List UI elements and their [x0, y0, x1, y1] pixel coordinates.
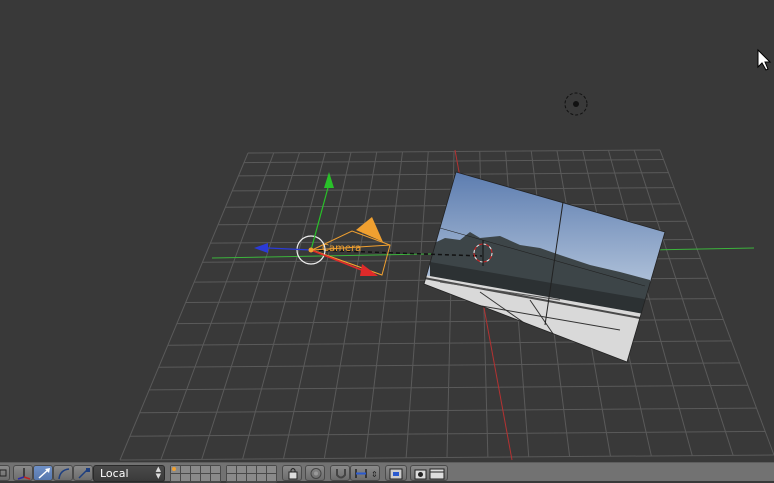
translate-icon[interactable] [33, 465, 53, 481]
grid-line [160, 152, 275, 460]
svg-text:⇕: ⇕ [371, 470, 378, 479]
proportional-edit-icon[interactable] [305, 465, 325, 481]
layer-button[interactable] [257, 466, 266, 473]
grid-line [201, 152, 300, 460]
grid-line [364, 151, 403, 459]
scale-icon[interactable] [73, 465, 93, 481]
lock-icon[interactable] [282, 465, 302, 481]
viewport-canvas[interactable]: Camera [0, 0, 774, 462]
layer-button[interactable] [211, 474, 220, 481]
layer-button[interactable] [267, 466, 276, 473]
mouse-pointer-icon [757, 48, 772, 71]
layer-button[interactable] [181, 466, 190, 473]
3d-cursor [564, 92, 588, 116]
layer-button[interactable] [267, 474, 276, 481]
layers-grid-a[interactable] [170, 465, 221, 483]
grid-line [119, 152, 249, 461]
layer-button[interactable] [201, 474, 210, 481]
layer-button[interactable] [237, 474, 246, 481]
camera-label: Camera [322, 243, 361, 254]
layer-button[interactable] [247, 466, 256, 473]
snap-magnet-icon[interactable] [330, 465, 350, 481]
viewport-header: Local ▲ ▼ ⇕ [0, 462, 774, 483]
layer-button[interactable] [211, 466, 220, 473]
layer-button[interactable] [201, 466, 210, 473]
3d-viewport[interactable]: Camera [0, 0, 774, 462]
layers-grid-b[interactable] [226, 465, 277, 483]
view-menu-icon[interactable] [0, 465, 10, 481]
layer-button[interactable] [191, 474, 200, 481]
grid-line [283, 152, 352, 459]
render-animation-icon[interactable] [410, 465, 448, 481]
layer-button[interactable] [227, 466, 236, 473]
layer-button[interactable] [227, 474, 236, 481]
grid-line [633, 150, 734, 456]
rotate-icon[interactable] [53, 465, 73, 481]
grid-floor [119, 149, 774, 461]
grid-line [323, 151, 378, 459]
transform-orientation-select[interactable]: Local ▲ ▼ [93, 465, 165, 482]
manipulator-toggle-icon[interactable] [13, 465, 33, 481]
select-arrows-icon: ▲ ▼ [155, 465, 161, 480]
snap-element-icon[interactable]: ⇕ [350, 465, 380, 481]
grid-line [659, 149, 774, 456]
layer-button[interactable] [171, 474, 180, 481]
layer-button[interactable] [191, 466, 200, 473]
layer-button[interactable] [257, 474, 266, 481]
layer-button[interactable] [247, 474, 256, 481]
image-plane[interactable] [423, 171, 666, 365]
grid-line [242, 152, 326, 460]
layer-button[interactable] [237, 466, 246, 473]
opengl-render-icon[interactable] [385, 465, 407, 481]
orientation-value: Local [100, 467, 129, 480]
grid-line [405, 151, 429, 458]
layer-button[interactable] [181, 474, 190, 481]
layer-button[interactable] [171, 466, 180, 473]
